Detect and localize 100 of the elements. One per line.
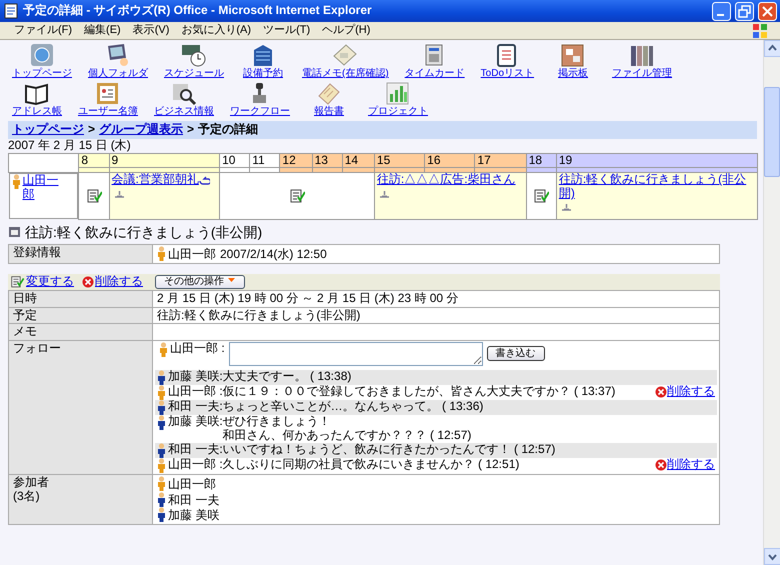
- person-icon: [159, 342, 168, 358]
- delete-link[interactable]: 削除する: [667, 385, 715, 399]
- hour-header: 14: [342, 153, 374, 168]
- field-label: 予定: [8, 307, 152, 324]
- menu-item[interactable]: 表示(V): [126, 24, 176, 37]
- participant-name: 山田一郎: [168, 476, 216, 491]
- app-link[interactable]: ファイル管理: [612, 68, 672, 80]
- hour-header: 12: [280, 153, 312, 168]
- memo-icon: [289, 188, 305, 204]
- comment-author: 和田 一夫:: [168, 400, 223, 414]
- submit-button[interactable]: 書き込む: [486, 346, 545, 362]
- restore-icon: [735, 2, 754, 20]
- person-icon: [157, 385, 166, 400]
- comment-author: 山田一郎 :: [170, 342, 225, 356]
- delete-icon: [655, 386, 667, 398]
- scroll-down-icon: [764, 548, 780, 565]
- registrant-name: 山田一郎: [168, 246, 216, 261]
- participant-name: 和田 一夫: [168, 492, 220, 507]
- breadcrumb-link[interactable]: トップページ: [12, 123, 84, 137]
- field-label: メモ: [8, 324, 152, 341]
- app-link[interactable]: アドレス帳: [12, 106, 62, 117]
- menu-item[interactable]: ツール(T): [257, 24, 316, 37]
- date-heading: 2007 年 2 月 15 日 (木): [8, 138, 132, 153]
- registration-date: 2007/2/14(水) 12:50: [220, 246, 327, 261]
- app-link[interactable]: 個人フォルダ: [88, 68, 148, 80]
- app-link[interactable]: 掲示板: [558, 68, 588, 80]
- app-link[interactable]: 設備予約: [243, 68, 283, 80]
- app-link[interactable]: プロジェクト: [368, 106, 428, 117]
- comment-author: 加藤 美咲:: [168, 370, 223, 384]
- breadcrumb-separator: >: [88, 123, 96, 137]
- comment-text: いいですね！ちょうど、飲みに行きたかったんです！ ( 12:57): [222, 442, 556, 457]
- delete-icon: [82, 276, 94, 288]
- caret-icon: [227, 276, 236, 283]
- hour-header: 15: [374, 153, 425, 168]
- field-label: 登録情報: [8, 244, 152, 264]
- comment-author: 山田一郎 :: [168, 385, 223, 399]
- comment-author: 加藤 美咲:: [168, 415, 223, 429]
- comment-text: 久しぶりに同期の社員で飲みにいきませんか？ ( 12:51): [222, 458, 520, 472]
- menu-item[interactable]: お気に入り(A): [175, 24, 258, 37]
- hour-header: 17: [474, 153, 526, 168]
- scroll-up-icon: [764, 40, 780, 57]
- delete-link[interactable]: 削除する: [667, 458, 715, 472]
- memo-icon: [10, 274, 26, 289]
- app-link[interactable]: スケジュール: [164, 68, 224, 80]
- breadcrumb-link[interactable]: グループ週表示: [99, 123, 184, 137]
- breadcrumb-separator: >: [187, 123, 194, 137]
- page-icon: [3, 3, 19, 19]
- field-label: 日時: [8, 290, 152, 308]
- breadcrumb-current: 予定の詳細: [198, 123, 258, 137]
- app-link[interactable]: 電話メモ(在席確認): [302, 68, 389, 80]
- person-icon: [157, 507, 166, 522]
- comment-input[interactable]: [228, 342, 483, 366]
- memo-icon: [533, 188, 550, 204]
- comment-text: ちょっと辛いことが…。なんちゃって。 ( 13:36): [222, 400, 484, 414]
- hour-header: 16: [424, 153, 475, 168]
- comment-text: ぜひ行きましょう！ 和田さん、何かあったんですか？？？ ( 12:57): [222, 415, 472, 443]
- hour-header: 19: [556, 153, 758, 168]
- scrollbar-thumb[interactable]: [764, 87, 780, 177]
- hour-header: 8: [78, 153, 110, 168]
- participant-count: (3名): [13, 490, 41, 504]
- delete-link[interactable]: 削除する: [95, 274, 143, 289]
- app-link[interactable]: ビジネス情報: [154, 106, 214, 117]
- participant-name: 加藤 美咲: [168, 508, 220, 522]
- person-icon: [157, 492, 166, 507]
- app-link[interactable]: 報告書: [314, 106, 344, 117]
- app-link[interactable]: ユーザー名簿: [78, 106, 138, 117]
- windows-logo-icon: [752, 22, 768, 38]
- person-icon: [157, 246, 166, 261]
- hour-header: 11: [250, 153, 280, 168]
- hour-header: 10: [220, 153, 250, 168]
- event-heading: 往訪:軽く飲みに行きましょう(非公開): [25, 224, 262, 240]
- app-link[interactable]: タイムカード: [404, 68, 465, 80]
- memo-icon: [86, 188, 102, 204]
- person-icon: [157, 442, 166, 458]
- delete-icon: [655, 458, 667, 471]
- field-value: 2 月 15 日 (木) 19 時 00 分 ～ 2 月 15 日 (木) 23 時 00 分: [157, 290, 458, 305]
- person-icon: [157, 400, 166, 416]
- menu-item[interactable]: 編集(E): [78, 24, 127, 37]
- edit-link[interactable]: 変更する: [26, 274, 74, 289]
- clock-icon: [180, 42, 208, 68]
- comment-text: 仮に１９：００で登録しておきましたが、皆さん大丈夫ですか？ ( 13:37): [222, 385, 616, 399]
- field-label: 参加者: [13, 476, 50, 490]
- comment-text: 大丈夫ですー。 ( 13:38): [222, 370, 352, 384]
- menu-item[interactable]: ヘルプ(H): [316, 24, 376, 37]
- person-icon: [12, 174, 20, 190]
- hour-header: 18: [526, 153, 556, 168]
- field-label: フォロー: [8, 340, 152, 474]
- app-link[interactable]: ToDoリスト: [480, 68, 534, 80]
- comment-author: 和田 一夫:: [168, 442, 223, 457]
- app-link[interactable]: トップページ: [12, 68, 72, 80]
- person-icon: [157, 415, 166, 430]
- minimize-icon: [712, 2, 731, 20]
- close-icon: [758, 2, 777, 20]
- menu-item[interactable]: ファイル(F): [8, 24, 78, 37]
- window-title: 予定の詳細 - サイボウズ(R) Office - Microsoft Internet Explorer: [23, 4, 373, 18]
- app-link[interactable]: ワークフロー: [230, 106, 290, 117]
- person-icon: [157, 476, 166, 491]
- comment-author: 山田一郎 :: [168, 458, 223, 472]
- more-actions-button[interactable]: その他の操作: [155, 274, 245, 289]
- person-icon: [157, 458, 166, 473]
